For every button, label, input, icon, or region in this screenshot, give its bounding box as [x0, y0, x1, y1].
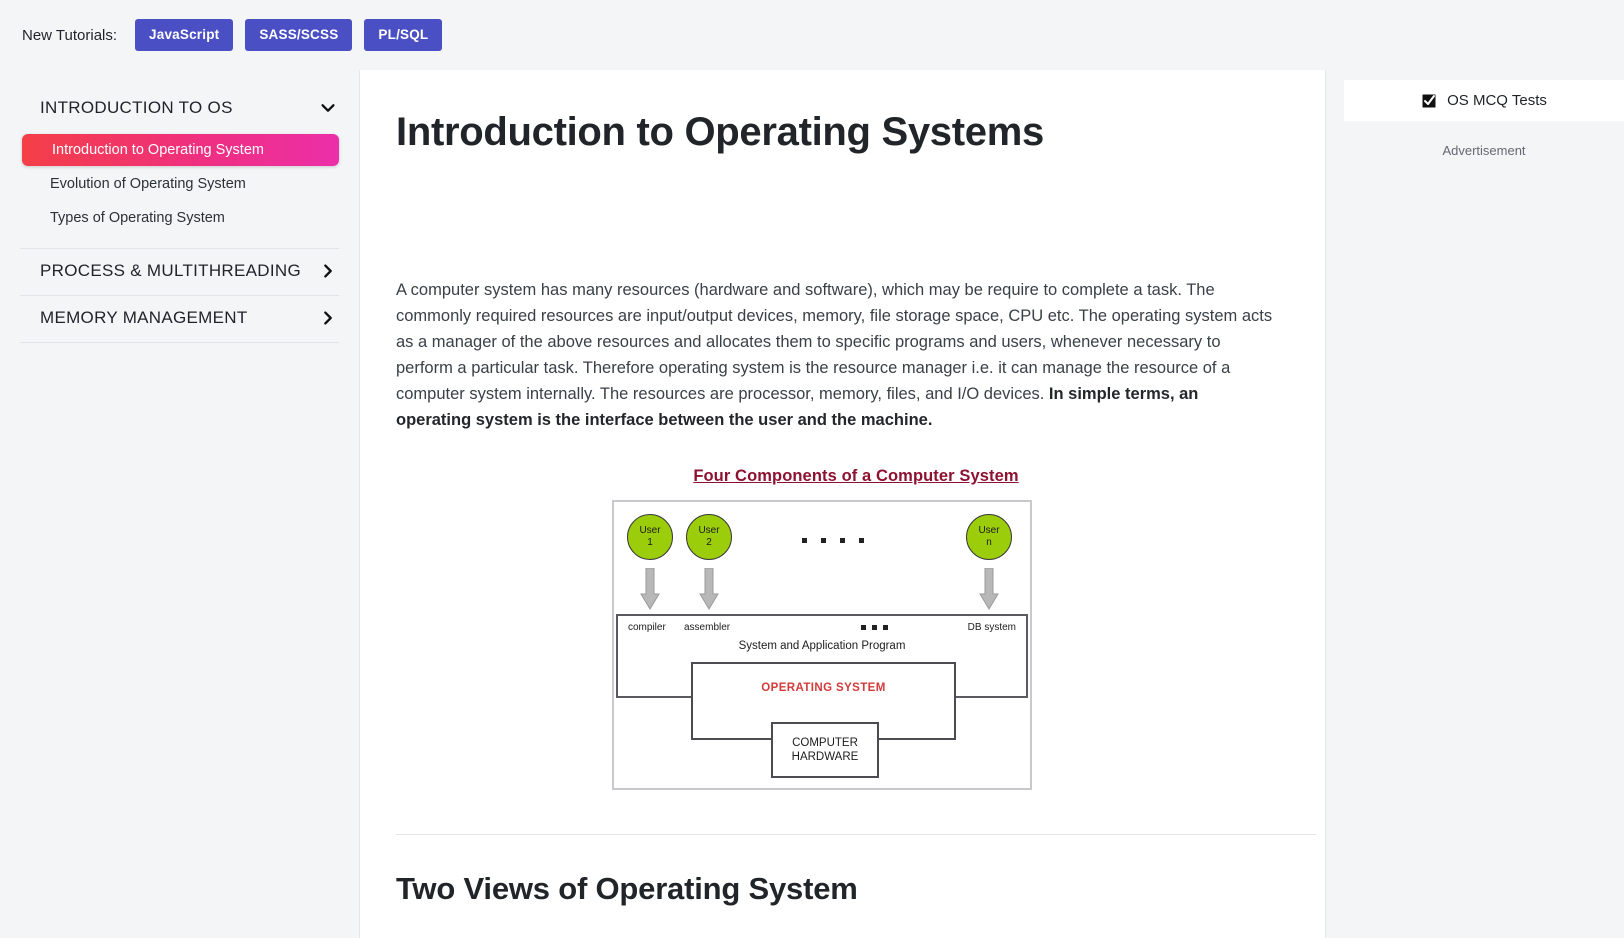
sidebar-divider — [20, 342, 339, 343]
os-mcq-tests-label: OS MCQ Tests — [1447, 92, 1547, 109]
computer-hardware-line1: COMPUTER — [792, 737, 858, 749]
arrow-down-icon — [640, 567, 660, 610]
four-components-figure: Four Components of a Computer System Use… — [396, 467, 1316, 790]
os-mcq-tests-card[interactable]: OS MCQ Tests — [1344, 80, 1624, 121]
user-2-line1: User — [698, 525, 720, 536]
ellipsis-dot — [861, 625, 866, 630]
ellipsis-dot — [883, 625, 888, 630]
sidebar-item-evolution-of-operating-system[interactable]: Evolution of Operating System — [20, 168, 339, 200]
sidebar-group-header-introduction-to-os[interactable]: INTRODUCTION TO OS — [20, 86, 339, 132]
sidebar-group-memory-management: MEMORY MANAGEMENT — [20, 296, 339, 343]
user-1-line2: 1 — [647, 537, 653, 548]
top-tutorials-bar: New Tutorials: JavaScript SASS/SCSS PL/S… — [0, 0, 1624, 70]
sidebar-group-title: MEMORY MANAGEMENT — [40, 308, 248, 327]
ellipsis-dot — [802, 538, 807, 543]
arrow-down-icon — [699, 567, 719, 610]
user-1-line1: User — [639, 525, 661, 536]
sidebar-group-header-process-multithreading[interactable]: PROCESS & MULTITHREADING — [20, 249, 339, 295]
figure-diagram: User 1 User 2 User n compiler assembler … — [612, 500, 1032, 790]
course-sidebar: INTRODUCTION TO OS Introduction to Opera… — [0, 70, 360, 938]
diagram-user-2-circle: User 2 — [686, 514, 732, 560]
sidebar-item-introduction-to-operating-system[interactable]: Introduction to Operating System — [22, 134, 339, 166]
sidebar-group-process-multithreading: PROCESS & MULTITHREADING — [20, 249, 339, 296]
right-rail: OS MCQ Tests Advertisement — [1326, 70, 1624, 938]
page-title: Introduction to Operating Systems — [396, 110, 1044, 154]
tutorial-button-javascript[interactable]: JavaScript — [135, 19, 234, 51]
chevron-right-icon — [319, 262, 337, 280]
article-content: Introduction to Operating Systems A comp… — [360, 70, 1326, 938]
computer-hardware-line2: HARDWARE — [791, 751, 859, 763]
content-divider — [396, 834, 1316, 835]
diagram-user-n-circle: User n — [966, 514, 1012, 560]
ellipsis-dot — [859, 538, 864, 543]
computer-hardware-box: COMPUTER HARDWARE — [771, 722, 879, 778]
chevron-right-icon — [319, 309, 337, 327]
intro-paragraph: A computer system has many resources (ha… — [396, 277, 1275, 433]
band-label-compiler: compiler — [628, 622, 666, 633]
ellipsis-dot — [872, 625, 877, 630]
diagram-user-1-circle: User 1 — [627, 514, 673, 560]
section-title-two-views: Two Views of Operating System — [396, 871, 858, 906]
chevron-down-icon — [319, 99, 337, 117]
band-label-system-and-application-program: System and Application Program — [738, 640, 906, 652]
band-label-db-system: DB system — [967, 622, 1016, 633]
user-n-line1: User — [978, 525, 1000, 536]
sidebar-group-header-memory-management[interactable]: MEMORY MANAGEMENT — [20, 296, 339, 342]
new-tutorials-label: New Tutorials: — [22, 26, 118, 44]
diagram-user-ellipsis-dots — [802, 538, 864, 543]
page-shell: INTRODUCTION TO OS Introduction to Opera… — [0, 70, 1624, 938]
arrow-down-icon — [979, 567, 999, 610]
sidebar-sublist-introduction-to-os: Introduction to Operating System Evoluti… — [20, 134, 339, 248]
sidebar-group-title: INTRODUCTION TO OS — [40, 98, 233, 117]
check-square-icon — [1421, 93, 1437, 109]
advertisement-label: Advertisement — [1442, 143, 1526, 158]
band-ellipsis-dots — [861, 625, 888, 630]
figure-title: Four Components of a Computer System — [693, 467, 1019, 485]
band-label-assembler: assembler — [684, 622, 731, 633]
ellipsis-dot — [821, 538, 826, 543]
ellipsis-dot — [840, 538, 845, 543]
sidebar-group-title: PROCESS & MULTITHREADING — [40, 261, 301, 280]
user-n-line2: n — [986, 537, 992, 548]
sidebar-item-types-of-operating-system[interactable]: Types of Operating System — [20, 202, 339, 234]
sidebar-group-introduction-to-os: INTRODUCTION TO OS Introduction to Opera… — [20, 86, 339, 249]
tutorial-button-sass-scss[interactable]: SASS/SCSS — [245, 19, 353, 51]
tutorial-button-plsql[interactable]: PL/SQL — [364, 19, 443, 51]
operating-system-label: OPERATING SYSTEM — [761, 682, 886, 694]
user-2-line2: 2 — [706, 537, 712, 548]
